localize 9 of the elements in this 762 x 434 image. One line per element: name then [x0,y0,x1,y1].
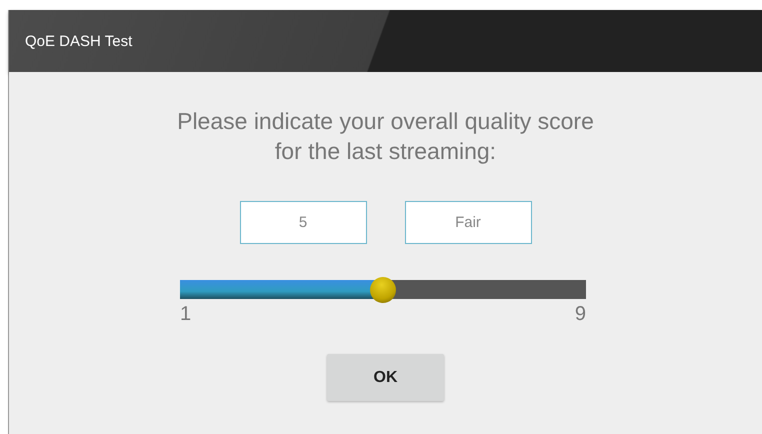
max-label: 9 [574,303,586,326]
rating-field[interactable]: Fair [404,201,532,244]
ok-button[interactable]: OK [327,354,444,401]
prompt-text: Please indicate your overall quality score [177,107,594,136]
min-label: 1 [180,303,192,326]
score-field[interactable]: 5 [240,201,366,244]
slider-thumb[interactable] [370,277,396,303]
prompt-text: for the last streaming: [274,137,496,166]
window-title: QoE DASH Test [25,32,132,50]
